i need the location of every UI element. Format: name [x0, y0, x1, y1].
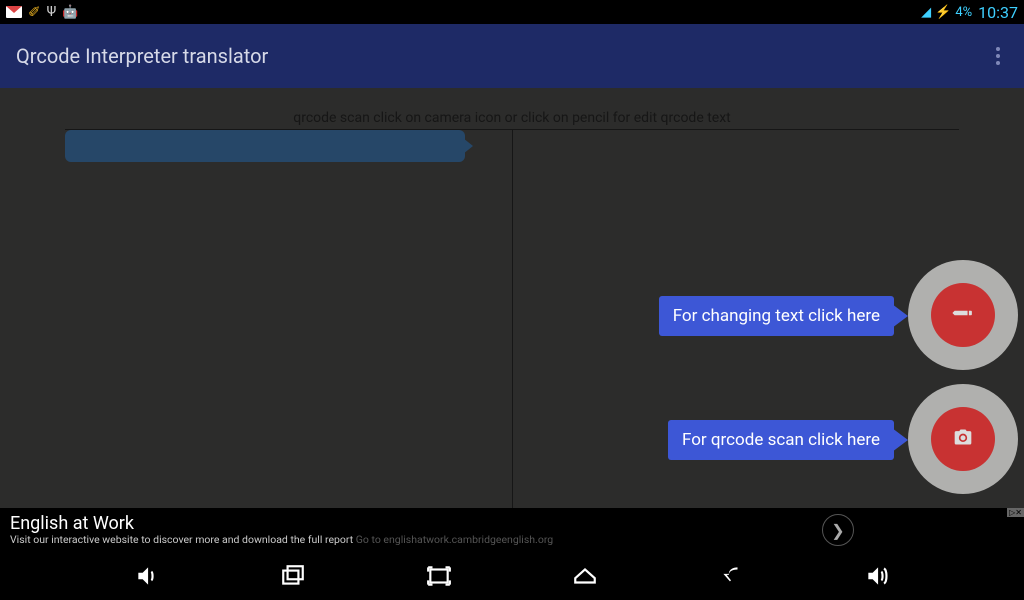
content-area: qrcode scan click on camera icon or clic…	[0, 88, 1024, 508]
charging-icon: ⚡	[935, 5, 951, 20]
cleaner-icon: ✐	[28, 3, 41, 21]
pencil-icon	[953, 303, 973, 327]
gmail-icon	[6, 6, 22, 18]
camera-icon	[953, 427, 973, 451]
ad-go-button[interactable]: ❯	[822, 514, 854, 546]
hint-text: qrcode scan click on camera icon or clic…	[65, 110, 959, 130]
clock: 10:37	[978, 3, 1018, 22]
volume-down-button[interactable]	[129, 561, 165, 591]
battery-percent: 4%	[955, 5, 972, 20]
recents-button[interactable]	[275, 561, 311, 591]
adchoices-icon[interactable]: ▷✕	[1007, 508, 1024, 517]
app-bar: Qrcode Interpreter translator	[0, 24, 1024, 88]
ad-subtitle: Visit our interactive website to discove…	[10, 534, 553, 546]
tooltip-scan: For qrcode scan click here	[668, 420, 894, 460]
fab-camera-wrap	[908, 384, 1018, 494]
left-pane	[65, 130, 513, 508]
fab-edit-wrap	[908, 260, 1018, 370]
status-left: ✐ Ψ 🤖	[6, 3, 78, 21]
back-button[interactable]	[713, 561, 749, 591]
wifi-icon: ◢	[921, 5, 931, 20]
overflow-menu-button[interactable]	[988, 39, 1008, 73]
status-right: ◢ ⚡ 4% 10:37	[921, 3, 1018, 22]
home-button[interactable]	[567, 561, 603, 591]
ad-banner[interactable]: English at Work Visit our interactive we…	[0, 508, 1024, 552]
qrcode-text-bubble[interactable]	[65, 130, 465, 162]
ad-text: English at Work Visit our interactive we…	[10, 514, 553, 545]
volume-up-button[interactable]	[859, 561, 895, 591]
camera-fab[interactable]	[931, 407, 995, 471]
android-icon: 🤖	[62, 5, 78, 20]
ad-title: English at Work	[10, 514, 553, 534]
status-bar: ✐ Ψ 🤖 ◢ ⚡ 4% 10:37	[0, 0, 1024, 24]
tooltip-edit: For changing text click here	[659, 296, 894, 336]
screenshot-button[interactable]	[421, 561, 457, 591]
app-title: Qrcode Interpreter translator	[16, 44, 268, 68]
chevron-right-icon: ❯	[831, 521, 844, 540]
usb-icon: Ψ	[47, 4, 57, 20]
edit-fab[interactable]	[931, 283, 995, 347]
system-nav-bar	[0, 552, 1024, 600]
